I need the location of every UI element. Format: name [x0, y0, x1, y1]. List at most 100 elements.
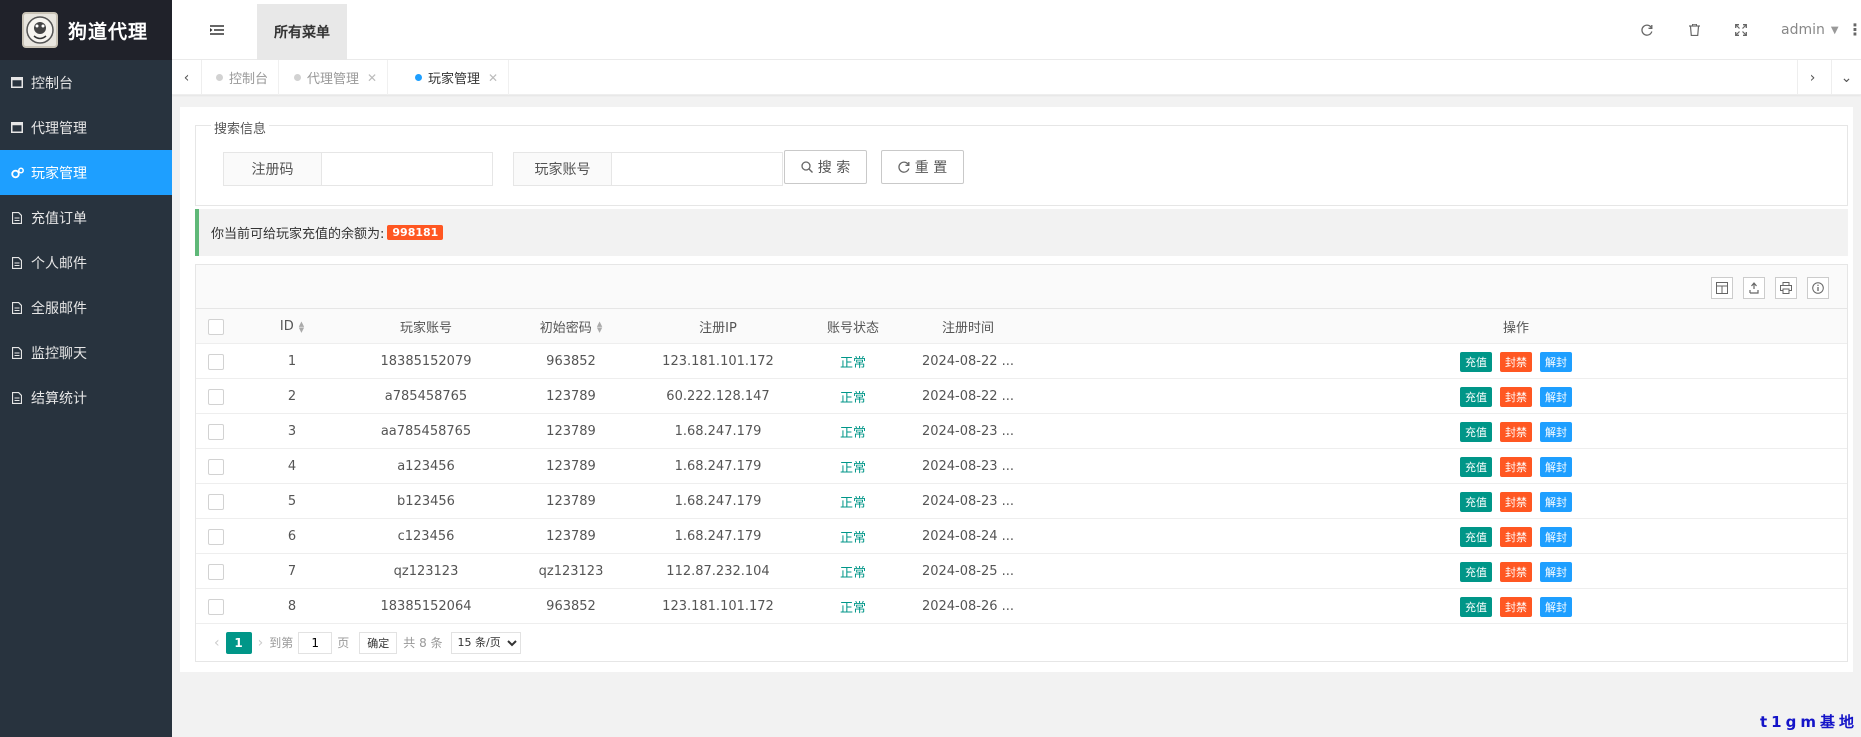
- row-select-cell: [196, 449, 236, 484]
- unban-button[interactable]: 解封: [1540, 351, 1572, 372]
- tab-dashboard[interactable]: 控制台: [206, 60, 280, 95]
- recharge-button[interactable]: 充值: [1460, 596, 1492, 617]
- row-checkbox[interactable]: [208, 563, 224, 580]
- recharge-button[interactable]: 充值: [1460, 491, 1492, 512]
- ban-button[interactable]: 封禁: [1500, 491, 1532, 512]
- sidebar-item-settlement-stats[interactable]: 结算统计: [0, 375, 172, 420]
- main-content: 搜索信息 注册码 玩家账号 搜 索 重 置 你当前可给玩家充值的余额为: 998…: [180, 107, 1853, 672]
- unban-button[interactable]: 解封: [1540, 526, 1572, 547]
- sidebar: 狗道代理 控制台 代理管理 玩家管理 充值订单 个人邮件 全服邮件 监控聊天 结…: [0, 0, 172, 737]
- caret-down-icon: ▼: [1830, 24, 1839, 36]
- unban-button[interactable]: 解封: [1540, 561, 1572, 582]
- cell-status: 正常: [839, 391, 866, 406]
- logo-image: [22, 12, 58, 48]
- recharge-button[interactable]: 充值: [1460, 526, 1492, 547]
- row-checkbox[interactable]: [208, 423, 224, 440]
- recharge-button[interactable]: 充值: [1460, 386, 1492, 407]
- user-menu[interactable]: admin ▼: [1781, 22, 1839, 38]
- tabs-scroll-right-icon[interactable]: ›: [1797, 60, 1827, 95]
- page-unit-label: 页: [337, 636, 350, 650]
- row-select-cell: [196, 414, 236, 449]
- sidebar-item-label: 玩家管理: [31, 165, 87, 182]
- ban-button[interactable]: 封禁: [1500, 561, 1532, 582]
- sidebar-item-label: 监控聊天: [31, 345, 87, 362]
- sidebar-item-agent-management[interactable]: 代理管理: [0, 105, 172, 150]
- recharge-button[interactable]: 充值: [1460, 561, 1492, 582]
- unban-button[interactable]: 解封: [1540, 491, 1572, 512]
- export-icon[interactable]: [1743, 277, 1765, 299]
- refresh-icon: [898, 161, 910, 173]
- page-number-current[interactable]: 1: [225, 631, 252, 654]
- refresh-icon[interactable]: [1639, 22, 1655, 38]
- sidebar-item-recharge-orders[interactable]: 充值订单: [0, 195, 172, 240]
- reset-button[interactable]: 重 置: [881, 150, 964, 184]
- columns-filter-icon[interactable]: [1711, 277, 1733, 299]
- sidebar-item-player-management[interactable]: 玩家管理: [0, 150, 172, 195]
- sort-icon[interactable]: ▲ ▼: [597, 320, 602, 333]
- sidebar-item-label: 充值订单: [31, 210, 87, 227]
- row-checkbox[interactable]: [208, 528, 224, 545]
- tabs-scroll-left-icon[interactable]: ‹: [172, 60, 202, 95]
- ban-button[interactable]: 封禁: [1500, 596, 1532, 617]
- cell-time: 2024-08-22 ...: [921, 389, 1015, 404]
- all-menu-button[interactable]: 所有菜单: [257, 4, 347, 60]
- unban-button[interactable]: 解封: [1540, 386, 1572, 407]
- tabs-dropdown-icon[interactable]: ⌄: [1831, 60, 1861, 95]
- cell-account: b123456: [397, 494, 455, 509]
- trash-icon[interactable]: [1686, 22, 1702, 38]
- reg-code-label: 注册码: [224, 153, 322, 185]
- row-checkbox[interactable]: [208, 388, 224, 405]
- menu-toggle-icon[interactable]: [208, 20, 226, 40]
- row-checkbox[interactable]: [208, 353, 224, 370]
- ban-button[interactable]: 封禁: [1500, 456, 1532, 477]
- column-header-password[interactable]: 初始密码 ▲ ▼: [504, 309, 638, 344]
- fullscreen-icon[interactable]: [1733, 22, 1749, 38]
- tab-close-icon[interactable]: ✕: [367, 71, 377, 85]
- cell-id: 7: [287, 564, 297, 579]
- ban-button[interactable]: 封禁: [1500, 526, 1532, 547]
- unban-button[interactable]: 解封: [1540, 456, 1572, 477]
- recharge-button[interactable]: 充值: [1460, 421, 1492, 442]
- recharge-button[interactable]: 充值: [1460, 456, 1492, 477]
- tab-agent-management[interactable]: 代理管理 ✕: [284, 60, 389, 95]
- recharge-button[interactable]: 充值: [1460, 351, 1492, 372]
- prev-page-icon[interactable]: ‹: [214, 635, 220, 651]
- select-all-checkbox[interactable]: [208, 318, 224, 335]
- sidebar-item-server-mail[interactable]: 全服邮件: [0, 285, 172, 330]
- tab-player-management[interactable]: 玩家管理 ✕: [405, 60, 510, 95]
- column-header-label: 初始密码: [539, 321, 592, 336]
- ban-button[interactable]: 封禁: [1500, 351, 1532, 372]
- table-header: ID ▲ ▼ 玩家账号 初始密码 ▲ ▼ 注册IP 账号状态 注册时间 操作: [196, 309, 1847, 344]
- sidebar-item-dashboard[interactable]: 控制台: [0, 60, 172, 105]
- cell-password: 123789: [546, 389, 596, 404]
- reg-code-input[interactable]: [322, 153, 492, 185]
- table-row: 8 18385152064 963852 123.181.101.172 正常 2024-…: [196, 589, 1847, 624]
- tab-close-icon[interactable]: ✕: [488, 71, 498, 85]
- account-input[interactable]: [612, 153, 782, 185]
- goto-page-input[interactable]: [298, 631, 333, 654]
- more-vertical-icon[interactable]: ⋮: [1847, 20, 1861, 39]
- sidebar-item-chat-monitor[interactable]: 监控聊天: [0, 330, 172, 375]
- ban-button[interactable]: 封禁: [1500, 386, 1532, 407]
- goto-confirm-button[interactable]: 确定: [359, 631, 398, 654]
- cell-id: 4: [287, 459, 297, 474]
- ban-button[interactable]: 封禁: [1500, 421, 1532, 442]
- page-size-select[interactable]: 15 条/页: [450, 631, 521, 654]
- info-icon[interactable]: [1807, 277, 1829, 299]
- row-actions-cell: 充值 封禁 解封: [1396, 589, 1636, 624]
- row-checkbox[interactable]: [208, 458, 224, 475]
- column-header-status: 账号状态: [798, 309, 908, 344]
- cell-time: 2024-08-22 ...: [921, 354, 1015, 369]
- unban-button[interactable]: 解封: [1540, 421, 1572, 442]
- unban-button[interactable]: 解封: [1540, 596, 1572, 617]
- file-icon: [10, 256, 24, 270]
- cell-ip: 112.87.232.104: [666, 564, 770, 579]
- sidebar-item-personal-mail[interactable]: 个人邮件: [0, 240, 172, 285]
- row-checkbox[interactable]: [208, 493, 224, 510]
- row-checkbox[interactable]: [208, 598, 224, 615]
- search-button[interactable]: 搜 索: [784, 150, 867, 184]
- column-header-id[interactable]: ID ▲ ▼: [236, 309, 348, 344]
- next-page-icon[interactable]: ›: [258, 635, 264, 651]
- sort-icon[interactable]: ▲ ▼: [299, 320, 304, 333]
- print-icon[interactable]: [1775, 277, 1797, 299]
